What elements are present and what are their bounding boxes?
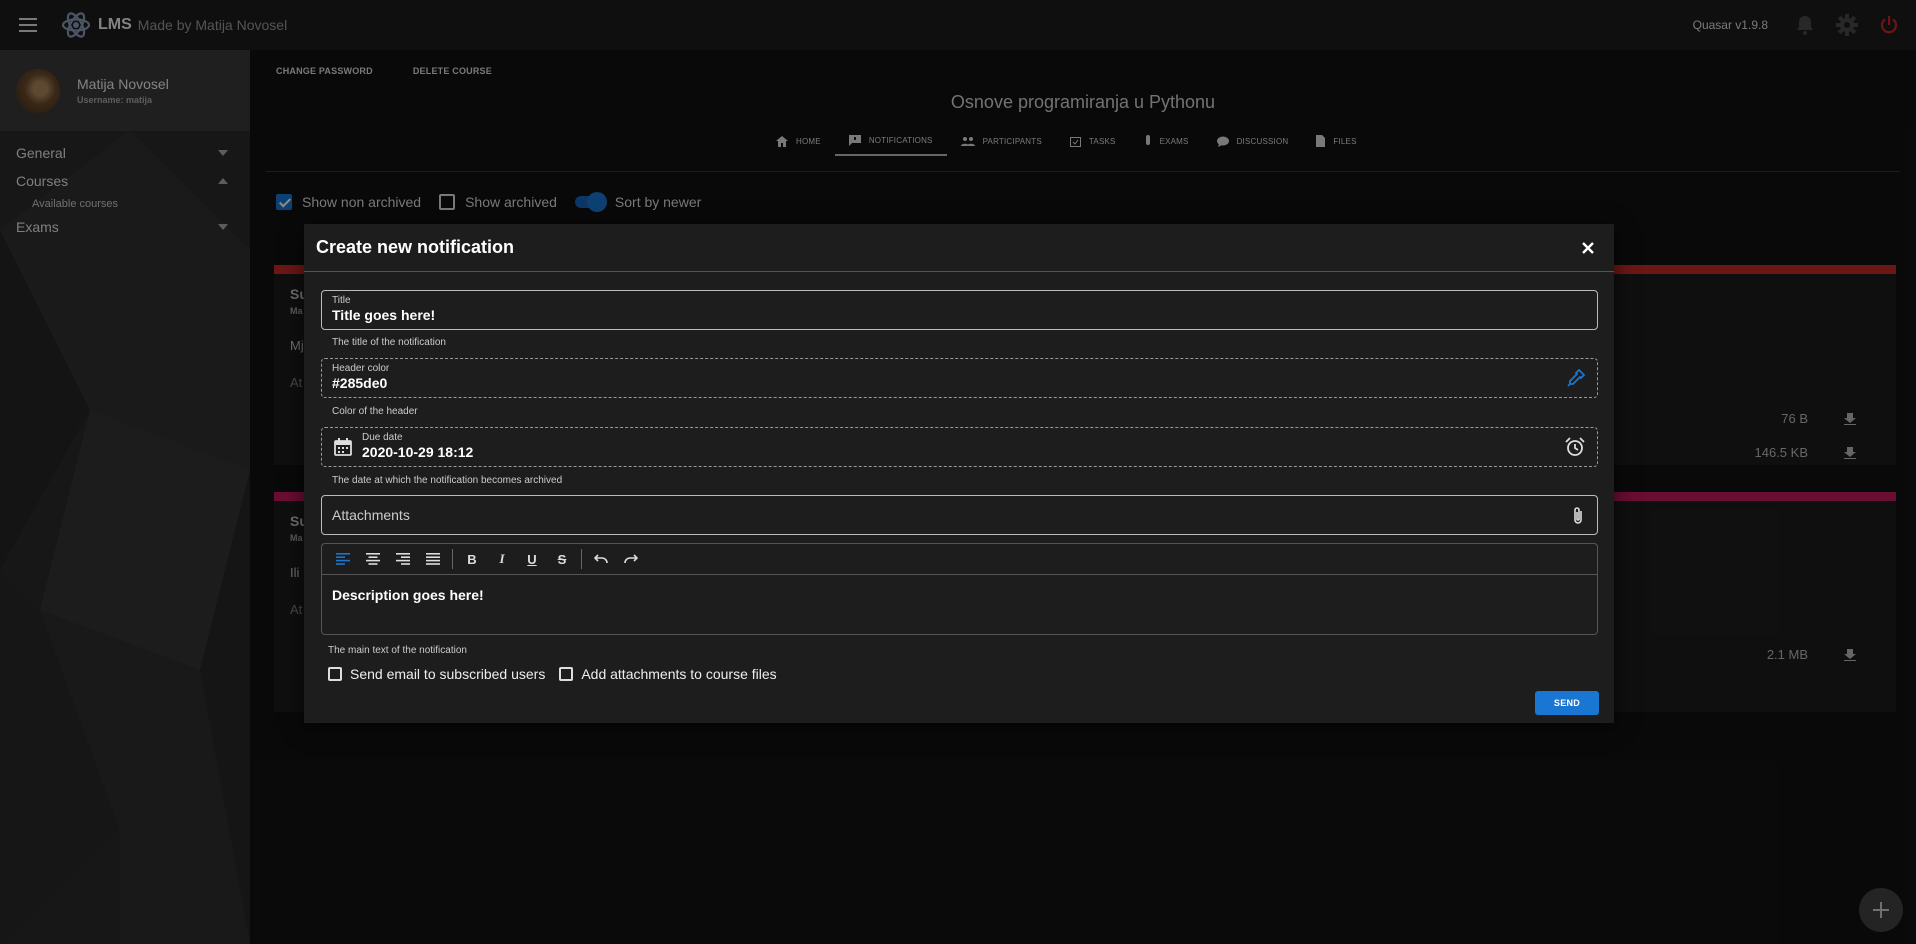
attachments-field[interactable]: Attachments bbox=[321, 495, 1598, 535]
bold-icon[interactable]: B bbox=[457, 548, 487, 570]
field-label: Due date bbox=[362, 432, 403, 443]
checkbox-label: Add attachments to course files bbox=[581, 666, 777, 682]
title-field[interactable]: Title Title goes here! bbox=[321, 290, 1598, 330]
undo-icon[interactable] bbox=[586, 548, 616, 570]
align-right-icon[interactable] bbox=[388, 548, 418, 570]
close-icon[interactable] bbox=[1576, 236, 1600, 260]
underline-icon[interactable]: U bbox=[517, 548, 547, 570]
field-hint: The main text of the notification bbox=[328, 645, 467, 656]
editor-content[interactable]: Description goes here! bbox=[322, 575, 1597, 615]
field-label: Attachments bbox=[332, 507, 410, 523]
editor-toolbar: B I U S bbox=[322, 544, 1597, 575]
strikethrough-icon[interactable]: S bbox=[547, 548, 577, 570]
redo-icon[interactable] bbox=[616, 548, 646, 570]
alarm-clock-icon[interactable] bbox=[1565, 437, 1585, 457]
field-hint: The date at which the notification becom… bbox=[332, 475, 563, 486]
due-date-field[interactable]: Due date 2020-10-29 18:12 bbox=[321, 427, 1598, 467]
send-email-checkbox[interactable]: Send email to subscribed users bbox=[328, 666, 545, 682]
add-attachments-checkbox[interactable]: Add attachments to course files bbox=[559, 666, 777, 682]
field-value: 2020-10-29 18:12 bbox=[362, 444, 474, 460]
align-center-icon[interactable] bbox=[358, 548, 388, 570]
paperclip-icon bbox=[1574, 507, 1582, 524]
create-notification-dialog: Create new notification Title Title goes… bbox=[304, 224, 1614, 723]
header-color-field[interactable]: Header color #285de0 bbox=[321, 358, 1598, 398]
eyedropper-icon[interactable] bbox=[1567, 369, 1585, 387]
field-hint: Color of the header bbox=[332, 406, 418, 417]
send-button[interactable]: SEND bbox=[1535, 691, 1599, 715]
field-hint: The title of the notification bbox=[332, 337, 446, 348]
field-label: Header color bbox=[332, 363, 390, 374]
field-value: Title goes here! bbox=[332, 307, 436, 323]
dialog-title: Create new notification bbox=[316, 237, 515, 257]
calendar-icon[interactable] bbox=[334, 438, 352, 456]
italic-icon[interactable]: I bbox=[487, 548, 517, 570]
align-left-icon[interactable] bbox=[328, 548, 358, 570]
field-value: #285de0 bbox=[332, 375, 388, 391]
checkbox-label: Send email to subscribed users bbox=[350, 666, 546, 682]
description-editor: B I U S Description goes here! bbox=[321, 543, 1598, 635]
field-label: Title bbox=[332, 295, 351, 306]
align-justify-icon[interactable] bbox=[418, 548, 448, 570]
